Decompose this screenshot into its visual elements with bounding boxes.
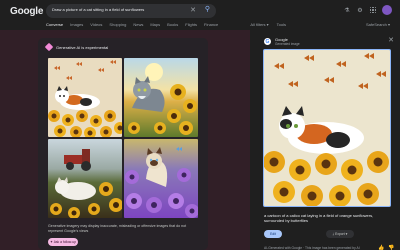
tools-button[interactable]: Tools [277, 22, 286, 27]
labs-flask-icon[interactable]: ⚗ [343, 6, 351, 14]
generated-image-2[interactable] [124, 58, 198, 137]
ai-disclaimer-text: Generative imagery may display inaccurat… [48, 224, 187, 233]
ask-follow-up-label: Ask a follow-up [53, 240, 77, 244]
tab-converse[interactable]: Converse [46, 22, 63, 27]
tab-finance[interactable]: Finance [204, 22, 218, 27]
tab-shopping[interactable]: Shopping [109, 22, 126, 27]
card-header: Generative AI is experimental [44, 42, 109, 52]
card-title: Generative AI is experimental [56, 44, 109, 50]
generated-image-1[interactable] [48, 58, 122, 137]
top-header: Google Draw a picture of a cat sitting i… [0, 0, 400, 30]
tab-maps[interactable]: Maps [150, 22, 160, 27]
sparkle-icon [44, 42, 54, 52]
image-detail-panel: G Google Generated image ✕ a cartoon of … [254, 30, 400, 250]
edit-label: Edit [270, 232, 276, 236]
all-filters-button[interactable]: All filters ▾ [250, 22, 268, 27]
search-query-text[interactable]: Draw a picture of a cat sitting in a fie… [52, 7, 144, 12]
close-icon[interactable]: ✕ [388, 36, 394, 44]
export-button[interactable]: ⤓ Export ▾ [326, 230, 354, 238]
selected-image-preview[interactable] [263, 49, 391, 207]
generated-image-4[interactable] [124, 139, 198, 218]
source-subtitle: Generated image [275, 42, 300, 46]
search-icon[interactable]: ⚲ [205, 5, 210, 13]
search-tabs: Converse Images Videos Shopping News Map… [46, 22, 218, 27]
sparkle-small-icon: ✦ [49, 240, 53, 244]
google-apps-icon[interactable] [369, 6, 377, 14]
google-g-icon: G [264, 38, 271, 45]
generated-image-3[interactable] [48, 139, 122, 218]
feedback-buttons: 👍 👎 [378, 245, 394, 250]
ask-follow-up-button[interactable]: ✦ Ask a follow-up [48, 238, 78, 246]
tab-books[interactable]: Books [167, 22, 178, 27]
image-description: a cartoon of a calico cat laying in a fi… [264, 213, 374, 223]
results-panel: Generative AI is experimental Generative… [0, 30, 250, 250]
chevron-down-icon: ▾ [345, 232, 348, 236]
thumbs-up-icon[interactable]: 👍 [378, 245, 384, 250]
search-tools: All filters ▾ Tools [250, 22, 286, 27]
edit-button[interactable]: Edit [264, 230, 282, 238]
download-icon: ⤓ [332, 232, 335, 236]
search-input[interactable]: Draw a picture of a cat sitting in a fie… [46, 4, 216, 18]
account-avatar[interactable] [382, 5, 392, 15]
settings-gear-icon[interactable]: ⚙ [356, 6, 364, 14]
ai-generated-note: AI-Generated with Google · This image ha… [264, 246, 360, 250]
safesearch-button[interactable]: SafeSearch ▾ [366, 22, 390, 27]
google-logo[interactable]: Google [10, 6, 43, 17]
generated-images-card: Generative AI is experimental Generative… [38, 38, 208, 250]
image-grid [48, 58, 198, 218]
clear-search-icon[interactable]: ✕ [190, 6, 196, 14]
thumbs-down-icon[interactable]: 👎 [388, 245, 394, 250]
export-label: Export [335, 232, 345, 236]
tab-images[interactable]: Images [70, 22, 83, 27]
tab-news[interactable]: News [133, 22, 143, 27]
tab-videos[interactable]: Videos [90, 22, 102, 27]
header-actions: ⚗ ⚙ [343, 5, 392, 15]
tab-flights[interactable]: Flights [185, 22, 197, 27]
